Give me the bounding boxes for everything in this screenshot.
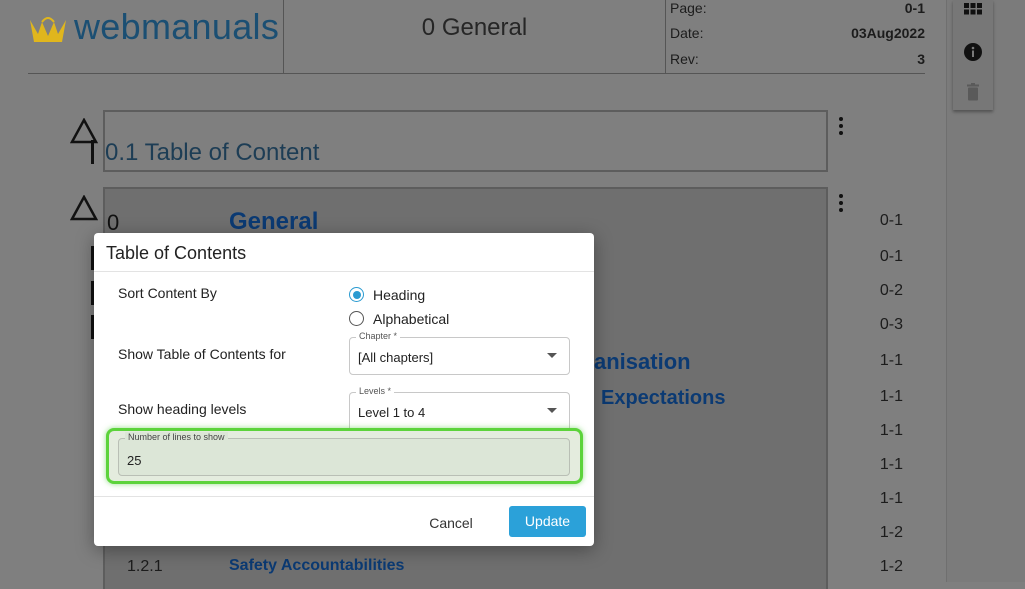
toc-page-number: 1-1: [879, 456, 903, 473]
toc-chapter-title: General: [229, 208, 319, 235]
info-icon[interactable]: [963, 42, 983, 62]
toc-dialog: Table of Contents Sort Content By Headin…: [94, 233, 594, 546]
change-bar: [91, 140, 94, 164]
header-divider: [665, 0, 666, 73]
chevron-down-icon: [547, 353, 557, 358]
toc-page-number: 1-1: [879, 490, 903, 507]
levels-select-legend: Levels *: [356, 386, 395, 396]
toc-page-number: 0-3: [879, 316, 903, 333]
toc-page-number: 1-1: [879, 422, 903, 439]
chapter-select-legend: Chapter *: [356, 331, 401, 341]
lines-to-show-input[interactable]: Number of lines to show 25: [118, 432, 570, 476]
toc-page-number: 1-1: [879, 352, 903, 369]
chapter-row-label: Show Table of Contents for: [118, 346, 286, 362]
sort-option-alphabetical[interactable]: Alphabetical: [349, 311, 549, 331]
levels-select-value: Level 1 to 4: [358, 405, 426, 420]
chapter-select-value: [All chapters]: [358, 350, 434, 365]
logo-crown-icon: [30, 17, 66, 42]
toc-entry-title: anisation: [594, 349, 691, 374]
page-title: 0 General: [421, 14, 528, 41]
cancel-button[interactable]: Cancel: [421, 511, 481, 535]
rev-value: 3: [917, 51, 925, 67]
dialog-divider: [94, 496, 594, 497]
more-vertical-icon[interactable]: [837, 116, 845, 136]
more-vertical-icon[interactable]: [837, 193, 845, 213]
page-label: Page:: [670, 0, 707, 16]
update-button[interactable]: Update: [509, 506, 586, 537]
chevron-down-icon: [547, 408, 557, 413]
logo-text: webmanuals: [74, 6, 280, 47]
lines-input-legend: Number of lines to show: [125, 432, 228, 442]
grid-icon[interactable]: [963, 2, 983, 22]
sort-label: Sort Content By: [118, 285, 217, 301]
levels-select[interactable]: Levels * Level 1 to 4: [349, 386, 570, 431]
toc-entry-number: 1.2.1: [127, 558, 163, 575]
lines-field-highlight: Number of lines to show 25: [106, 428, 583, 484]
page-value: 0-1: [904, 0, 925, 16]
sort-option-heading[interactable]: Heading: [349, 287, 549, 307]
toc-page-number: 0-1: [879, 212, 903, 229]
header-divider: [28, 73, 925, 74]
trash-icon[interactable]: [963, 82, 983, 102]
chapter-select[interactable]: Chapter * [All chapters]: [349, 331, 570, 375]
warning-triangle-icon[interactable]: [70, 195, 98, 221]
toc-page-number: 0-2: [879, 282, 903, 299]
toc-page-number: 1-2: [879, 558, 903, 575]
toc-page-number: 0-1: [879, 248, 903, 265]
date-label: Date:: [670, 25, 704, 41]
toc-entry-title: Expectations: [601, 387, 726, 409]
dialog-divider: [94, 271, 594, 272]
toc-page-number: 1-2: [879, 524, 903, 541]
radio-heading-label: Heading: [373, 287, 426, 303]
date-value: 03Aug2022: [851, 25, 925, 41]
lines-input-value: 25: [127, 453, 142, 468]
section-heading: 0.1 Table of Content: [105, 139, 320, 166]
levels-row-label: Show heading levels: [118, 401, 247, 417]
toc-entry-title: Safety Accountabilities: [229, 557, 405, 574]
toc-page-number: 1-1: [879, 388, 903, 405]
radio-alphabetical[interactable]: [349, 311, 364, 326]
radio-alphabetical-label: Alphabetical: [373, 311, 450, 327]
dialog-title: Table of Contents: [106, 243, 247, 263]
radio-heading[interactable]: [349, 287, 364, 302]
tool-column: [953, 0, 993, 110]
rev-label: Rev:: [670, 51, 699, 67]
